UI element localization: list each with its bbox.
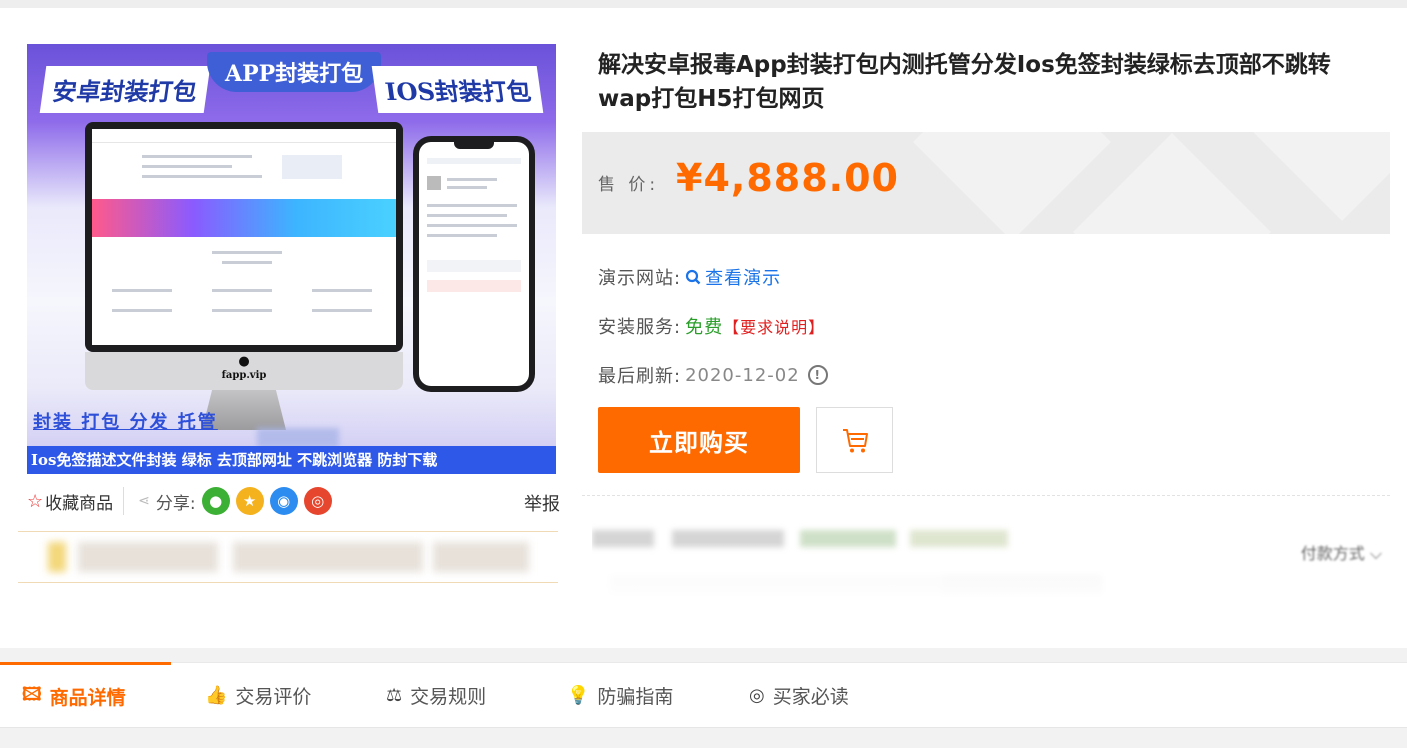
favorite-label: 收藏商品 bbox=[45, 493, 114, 514]
share-icon: ⋖ bbox=[138, 493, 150, 509]
image-banner: 安卓封装打包 APP封装打包 IOS封装打包 bbox=[37, 52, 546, 113]
tab-label: 商品详情 bbox=[49, 687, 126, 709]
install-service-value: 免费 bbox=[685, 317, 724, 338]
last-refresh-label: 最后刷新: bbox=[598, 366, 682, 387]
image-tags: 封装 打包 分发 托管 bbox=[33, 412, 218, 433]
star-icon: ☆ bbox=[27, 490, 44, 512]
scale-icon: ⚖ bbox=[386, 684, 403, 706]
price-value: ¥4,888.00 bbox=[676, 156, 899, 200]
apple-logo-icon: ● bbox=[238, 354, 250, 369]
price-box: 售 价: ¥4,888.00 bbox=[582, 132, 1390, 234]
picture-icon: 🖾 bbox=[22, 683, 42, 705]
monitor-illustration bbox=[85, 122, 403, 352]
tab-label: 交易规则 bbox=[410, 685, 487, 708]
report-link[interactable]: 举报 bbox=[524, 490, 560, 516]
tab-reviews[interactable]: 👍 交易评价 bbox=[205, 662, 311, 728]
tab-buyer-notice[interactable]: ◎ 买家必读 bbox=[749, 662, 849, 728]
payment-info-blurred: 付款方式 ⌵ bbox=[592, 518, 1392, 608]
tab-anti-fraud[interactable]: 💡 防骗指南 bbox=[567, 662, 673, 728]
last-refresh-value: 2020-12-02 bbox=[685, 364, 800, 386]
qq-icon[interactable]: ◉ bbox=[269, 487, 298, 515]
wechat-icon[interactable]: ● bbox=[201, 487, 230, 515]
requirement-link[interactable]: 【要求说明】 bbox=[723, 314, 825, 338]
product-title: 解决安卓报毒App封装打包内测托管分发Ios免签封装绿标去顶部不跳转wap打包H… bbox=[598, 52, 1331, 112]
image-label-android: 安卓封装打包 bbox=[39, 66, 211, 113]
section-divider bbox=[582, 495, 1390, 496]
image-label-app: APP封装打包 bbox=[207, 52, 382, 92]
add-to-cart-button[interactable] bbox=[816, 407, 893, 473]
image-brand: fapp.vip bbox=[221, 370, 267, 381]
thumbs-up-icon: 👍 bbox=[205, 684, 228, 706]
share-group: ⋖ 分享: ● ★ ◉ ◎ bbox=[138, 487, 332, 515]
search-icon bbox=[685, 269, 701, 285]
target-icon: ◎ bbox=[749, 684, 765, 706]
monitor-chin: ● fapp.vip bbox=[85, 352, 403, 390]
share-label: 分享: bbox=[155, 493, 196, 514]
payment-methods-toggle[interactable]: 付款方式 ⌵ bbox=[1301, 540, 1382, 564]
share-row: ☆ 收藏商品 ⋖ 分享: ● ★ ◉ ◎ 举报 bbox=[27, 486, 560, 516]
qzone-icon[interactable]: ★ bbox=[235, 487, 264, 515]
install-service-label: 安装服务: bbox=[598, 317, 682, 338]
cart-icon bbox=[842, 429, 868, 453]
tab-label: 买家必读 bbox=[772, 685, 849, 708]
tab-product-details[interactable]: 🖾 商品详情 bbox=[0, 662, 171, 728]
image-footer: Ios免签描述文件封装 绿标 去顶部网址 不跳浏览器 防封下载 bbox=[27, 446, 556, 474]
price-label: 售 价: bbox=[598, 175, 660, 195]
info-icon[interactable]: ! bbox=[807, 365, 828, 385]
product-image[interactable]: 安卓封装打包 APP封装打包 IOS封装打包 ● fapp.vip 封装 打包 … bbox=[27, 44, 556, 474]
install-service-row: 安装服务: 免费 【要求说明】 bbox=[598, 313, 825, 339]
tab-trade-rules[interactable]: ⚖ 交易规则 bbox=[386, 662, 486, 728]
detail-tabs: 🖾 商品详情 👍 交易评价 ⚖ 交易规则 💡 防骗指南 ◎ 买家必读 bbox=[0, 662, 1407, 728]
buy-now-button[interactable]: 立即购买 bbox=[598, 407, 800, 473]
favorite-button[interactable]: ☆ 收藏商品 bbox=[27, 487, 125, 515]
top-strip bbox=[0, 0, 1407, 8]
last-refresh-row: 最后刷新: 2020-12-02 ! bbox=[598, 362, 828, 388]
demo-site-row: 演示网站: 查看演示 bbox=[598, 264, 781, 290]
demo-link-label: 查看演示 bbox=[705, 268, 782, 289]
promo-banner-blurred bbox=[18, 531, 558, 583]
demo-link[interactable]: 查看演示 bbox=[685, 264, 781, 290]
product-card: 安卓封装打包 APP封装打包 IOS封装打包 ● fapp.vip 封装 打包 … bbox=[0, 8, 1407, 648]
demo-site-label: 演示网站: bbox=[598, 268, 682, 289]
lightbulb-icon: 💡 bbox=[567, 684, 590, 706]
weibo-icon[interactable]: ◎ bbox=[303, 487, 332, 515]
image-label-ios: IOS封装打包 bbox=[371, 66, 544, 113]
tab-label: 防骗指南 bbox=[597, 685, 674, 708]
phone-illustration bbox=[413, 136, 535, 392]
tab-label: 交易评价 bbox=[235, 685, 312, 708]
